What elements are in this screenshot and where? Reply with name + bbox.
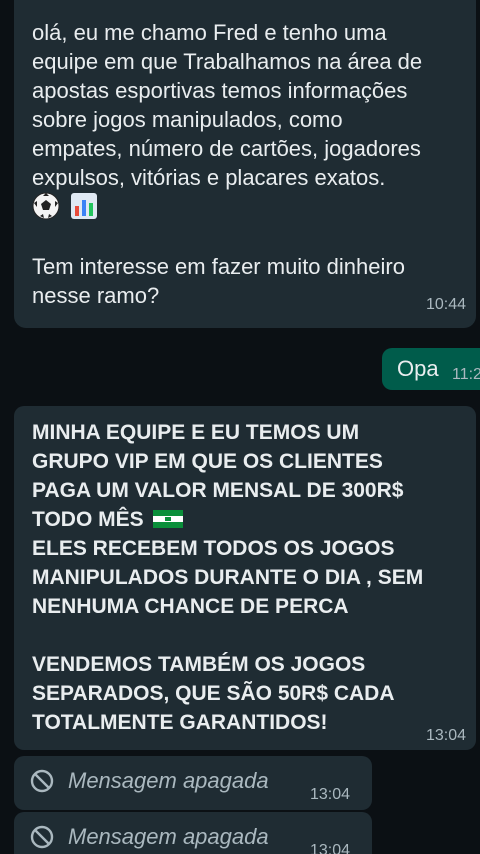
message-text: olá, eu me chamo Fred e tenho uma equipe… bbox=[32, 18, 472, 310]
message-line: nesse ramo? bbox=[32, 283, 160, 308]
message-text: MINHA EQUIPE E EU TEMOS UM GRUPO VIP EM … bbox=[32, 418, 472, 737]
message-line: NENHUMA CHANCE DE PERCA bbox=[32, 595, 349, 618]
message-time: 10:44 bbox=[425, 296, 466, 313]
deleted-message-text: Mensagem apagada bbox=[68, 824, 269, 849]
emoji-row bbox=[32, 192, 472, 223]
flag-icon bbox=[153, 510, 184, 528]
message-time: 13:04 bbox=[310, 842, 351, 854]
deleted-message-text: Mensagem apagada bbox=[68, 768, 269, 793]
bar-chart-icon bbox=[71, 193, 98, 219]
message-line: VENDEMOS TAMBÉM OS JOGOS bbox=[32, 653, 366, 676]
message-line: MANIPULADOS DURANTE O DIA , SEM bbox=[32, 566, 424, 589]
message-bubble-outgoing[interactable]: Opa 11:2 bbox=[382, 348, 480, 390]
message-line: sobre jogos manipulados, como bbox=[32, 107, 343, 132]
message-bubble-incoming[interactable]: olá, eu me chamo Fred e tenho uma equipe… bbox=[14, 0, 476, 328]
message-text: Opa bbox=[397, 356, 439, 381]
message-line: ELES RECEBEM TODOS OS JOGOS bbox=[32, 537, 395, 560]
deleted-message-bubble[interactable]: Mensagem apagada 13:04 bbox=[14, 756, 372, 810]
deleted-message-bubble[interactable]: Mensagem apagada 13:04 bbox=[14, 812, 372, 854]
message-line: empates, número de cartões, jogadores bbox=[32, 136, 421, 161]
message-line: Tem interesse em fazer muito dinheiro bbox=[32, 254, 405, 279]
message-line: olá, eu me chamo Fred e tenho uma bbox=[32, 20, 387, 45]
message-time: 13:04 bbox=[310, 786, 351, 803]
message-line: SEPARADOS, QUE SÃO 50R$ CADA bbox=[32, 682, 395, 705]
message-line: GRUPO VIP EM QUE OS CLIENTES bbox=[32, 450, 383, 473]
message-line: equipe em que Trabalhamos na área de bbox=[32, 49, 423, 74]
message-line: PAGA UM VALOR MENSAL DE 300R$ bbox=[32, 479, 404, 502]
soccer-ball-icon bbox=[32, 192, 60, 220]
message-line: expulsos, vitórias e placares exatos. bbox=[32, 165, 386, 190]
message-line: apostas esportivas temos informações bbox=[32, 78, 408, 103]
deleted-icon bbox=[30, 825, 54, 849]
message-line: TODO MÊS bbox=[32, 505, 472, 534]
message-line-text: TODO MÊS bbox=[32, 508, 144, 531]
message-time: 11:2 bbox=[452, 366, 480, 383]
message-bubble-incoming[interactable]: MINHA EQUIPE E EU TEMOS UM GRUPO VIP EM … bbox=[14, 406, 476, 750]
chat-area: olá, eu me chamo Fred e tenho uma equipe… bbox=[0, 0, 480, 854]
message-time: 13:04 bbox=[425, 727, 466, 744]
message-line: MINHA EQUIPE E EU TEMOS UM bbox=[32, 421, 360, 444]
deleted-icon bbox=[30, 769, 54, 793]
message-line: TOTALMENTE GARANTIDOS! bbox=[32, 711, 328, 734]
